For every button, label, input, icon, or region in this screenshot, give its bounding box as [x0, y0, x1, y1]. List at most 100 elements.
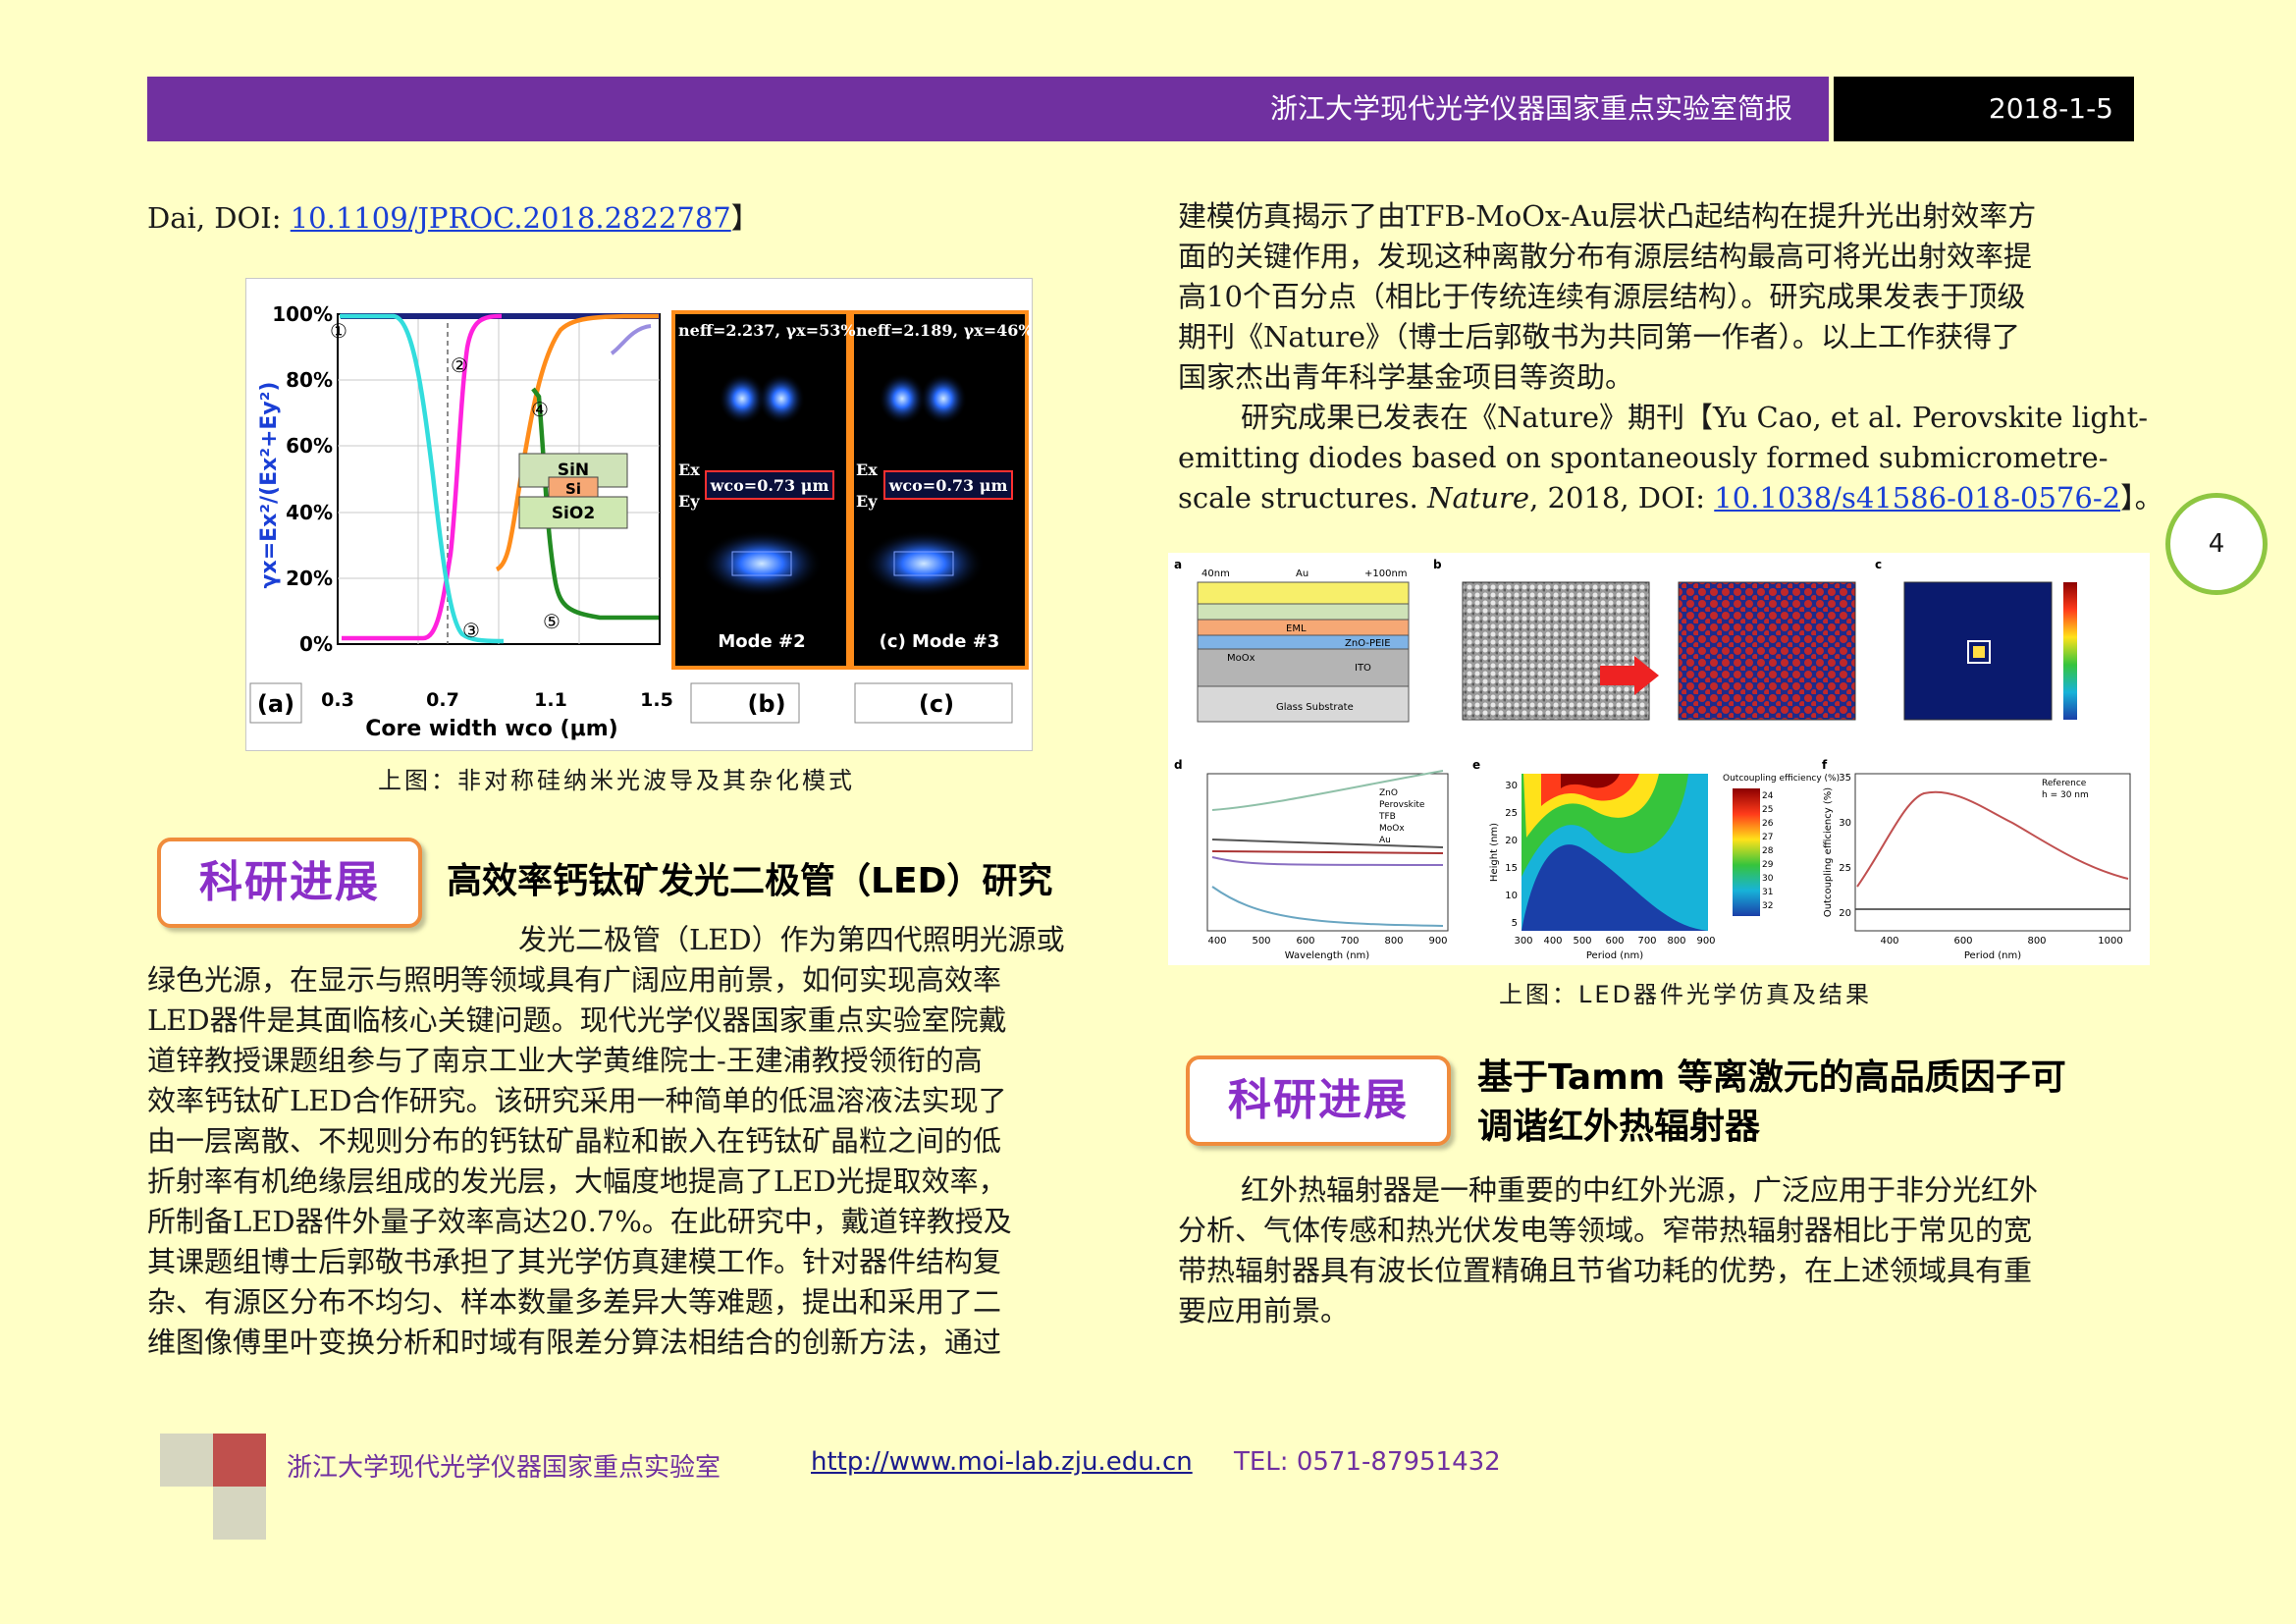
ytick: 40% [286, 501, 333, 524]
f-xtick: 600 [1953, 936, 1972, 947]
journal-name: Nature [1427, 481, 1530, 514]
d-xlabel: Wavelength (nm) [1285, 950, 1369, 961]
section-1-title: 高效率钙钛矿发光二极管（LED）研究 [447, 861, 1053, 901]
e-xtick: 900 [1696, 936, 1715, 947]
panel-a-label: (a) [257, 690, 294, 718]
ref-text: scale structures. [1178, 481, 1428, 514]
ref-line-2: emitting diodes based on spontaneously f… [1178, 441, 2109, 474]
e-ytick: 20 [1505, 836, 1518, 846]
panel-d: d [1174, 758, 1183, 772]
d-xtick: 600 [1296, 936, 1314, 947]
e-xlabel: Period (nm) [1586, 950, 1643, 961]
mode-3-width: wco=0.73 μm [888, 476, 1008, 495]
panel-c: c [1875, 558, 1882, 571]
xtick: 1.5 [640, 689, 673, 711]
mode-3-ey: Ey [856, 492, 878, 511]
e-scale: 25 [1762, 805, 1773, 815]
e-scale: 29 [1762, 860, 1774, 870]
e-scale: 30 [1762, 874, 1774, 884]
a-label: ZnO-PEIE [1345, 638, 1391, 649]
f-xtick: 800 [2027, 936, 2046, 947]
d-xtick: 900 [1428, 936, 1447, 947]
sec1-line-0: 发光二极管（LED）作为第四代照明光源或 [518, 923, 1065, 956]
sec2-line: 红外热辐射器是一种重要的中红外光源，广泛应用于非分光红外 [1241, 1173, 2039, 1207]
panel-a: a [1174, 558, 1182, 571]
mode-2-neff: neff=2.237, γx=53% [678, 321, 856, 340]
sec1-line: LED器件是其面临核心关键问题。现代光学仪器国家重点实验室院戴 [147, 1003, 1007, 1037]
footer-square-red [213, 1434, 266, 1487]
e-xtick: 400 [1543, 936, 1562, 947]
right-line: 建模仿真揭示了由TFB-MoOx-Au层状凸起结构在提升光出射效率方 [1178, 199, 2037, 233]
e-xtick: 300 [1514, 936, 1532, 947]
section-2-body: 红外热辐射器是一种重要的中红外光源，广泛应用于非分光红外 分析、气体传感和热光伏… [1178, 1170, 2160, 1331]
mode-2-label: Mode #2 [718, 631, 805, 652]
a-label: +100nm [1364, 568, 1408, 579]
right-column-text: 建模仿真揭示了由TFB-MoOx-Au层状凸起结构在提升光出射效率方 面的关键作… [1178, 196, 2163, 518]
f-ytick: 25 [1839, 863, 1851, 874]
f-ytick: 35 [1839, 773, 1851, 784]
section-1-body: 绿色光源，在显示与照明等领域具有广阔应用前景，如何实现高效率 LED器件是其面临… [147, 960, 1129, 1363]
section-2-title: 基于Tamm 等离激元的高品质因子可 调谐红外热辐射器 [1477, 1054, 2066, 1152]
footer-telephone: TEL: 0571-87951432 [1234, 1447, 1501, 1477]
sec1-line: 折射率有机绝缘层组成的发光层，大幅度地提高了LED光提取效率， [147, 1164, 1007, 1198]
mode-2-ex: Ex [678, 460, 700, 479]
y-axis-label: γx=Ex²/(Ex²+Ey²) [257, 382, 282, 589]
f-xtick: 1000 [2098, 936, 2122, 947]
f-xtick: 400 [1880, 936, 1898, 947]
sec1-line: 效率钙钛矿LED合作研究。该研究采用一种简单的低温溶液法实现了 [147, 1084, 1007, 1117]
panel-b-label: (b) [747, 690, 785, 718]
a-label: Au [1296, 568, 1308, 579]
layer-si: Si [565, 480, 581, 498]
f-xlabel: Period (nm) [1964, 950, 2021, 961]
marker-2: ② [451, 353, 468, 377]
xtick: 0.7 [426, 689, 459, 711]
right-line: 期刊《Nature》（博士后郭敬书为共同第一作者）。以上工作获得了 [1178, 320, 2021, 353]
xtick: 0.3 [321, 689, 354, 711]
d-legend: TFB [1378, 812, 1396, 822]
section-badge-1: 科研进展 [157, 838, 422, 928]
right-line: 高10个百分点（相比于传统连续有源层结构）。研究成果发表于顶级 [1178, 280, 2026, 313]
e-ylabel: Height (nm) [1489, 823, 1500, 882]
right-line: 面的关键作用，发现这种离散分布有源层结构最高可将光出射效率提 [1178, 240, 2033, 273]
d-legend: Au [1379, 836, 1391, 845]
ref-line-1: 研究成果已发表在《Nature》期刊【Yu Cao, et al. Perovs… [1241, 401, 2149, 434]
e-scale: 27 [1762, 833, 1773, 842]
figure-waveguide-caption: 上图：非对称硅纳米光波导及其杂化模式 [378, 767, 855, 794]
mode-3-label: (c) Mode #3 [880, 631, 1000, 652]
a-label: MoOx [1227, 653, 1255, 664]
a-label: Glass Substrate [1276, 702, 1354, 713]
marker-1: ① [330, 319, 347, 343]
footer-square-gray-2 [213, 1487, 266, 1540]
sec2-line: 分析、气体传感和热光伏发电等领域。窄带热辐射器相比于常见的宽 [1178, 1214, 2033, 1247]
x-axis-label: Core width wco (μm) [365, 717, 618, 741]
d-xtick: 400 [1207, 936, 1226, 947]
e-ytick: 5 [1512, 918, 1518, 929]
f-ytick: 30 [1839, 818, 1851, 829]
e-ytick: 15 [1505, 863, 1518, 874]
panel-c-label: (c) [919, 690, 954, 718]
page-number: 4 [2208, 529, 2225, 559]
e-xtick: 500 [1573, 936, 1591, 947]
doi-link-jproc[interactable]: 10.1109/JPROC.2018.2822787 [291, 201, 731, 235]
right-line: 国家杰出青年科学基金项目等资助。 [1178, 360, 1634, 394]
a-label: ITO [1355, 663, 1371, 674]
doi-link-nature[interactable]: 10.1038/s41586-018-0576-2 [1714, 481, 2120, 514]
e-ytick: 30 [1505, 781, 1518, 791]
ytick: 60% [286, 434, 333, 458]
sec1-line: 杂、有源区分布不均匀、样本数量多差异大等难题，提出和采用了二 [147, 1285, 1002, 1319]
sec2-line: 要应用前景。 [1178, 1294, 1350, 1327]
ref-text: , 2018, DOI: [1529, 481, 1715, 514]
mode-2-width: wco=0.73 μm [710, 476, 829, 495]
section-badge-2-text: 科研进展 [1228, 1075, 1409, 1125]
d-legend: Perovskite [1379, 800, 1425, 810]
ytick: 20% [286, 567, 333, 590]
figure-led-simulation: a b c d e f 40nm Au +100nm EML ZnO-PEIE … [1168, 553, 2150, 965]
footer-square-gray-1 [160, 1434, 213, 1487]
section-2-title-line1: 基于Tamm 等离激元的高品质因子可 [1477, 1057, 2066, 1098]
ref-line-3: scale structures. Nature, 2018, DOI: 10.… [1178, 478, 2163, 518]
e-xtick: 700 [1637, 936, 1656, 947]
sec1-line: 其课题组博士后郭敬书承担了其光学仿真建模工作。针对器件结构复 [147, 1245, 1002, 1278]
footer-website-link[interactable]: http://www.moi-lab.zju.edu.cn [811, 1447, 1193, 1477]
e-ytick: 25 [1505, 808, 1518, 819]
f-legend: h = 30 nm [2042, 790, 2089, 800]
